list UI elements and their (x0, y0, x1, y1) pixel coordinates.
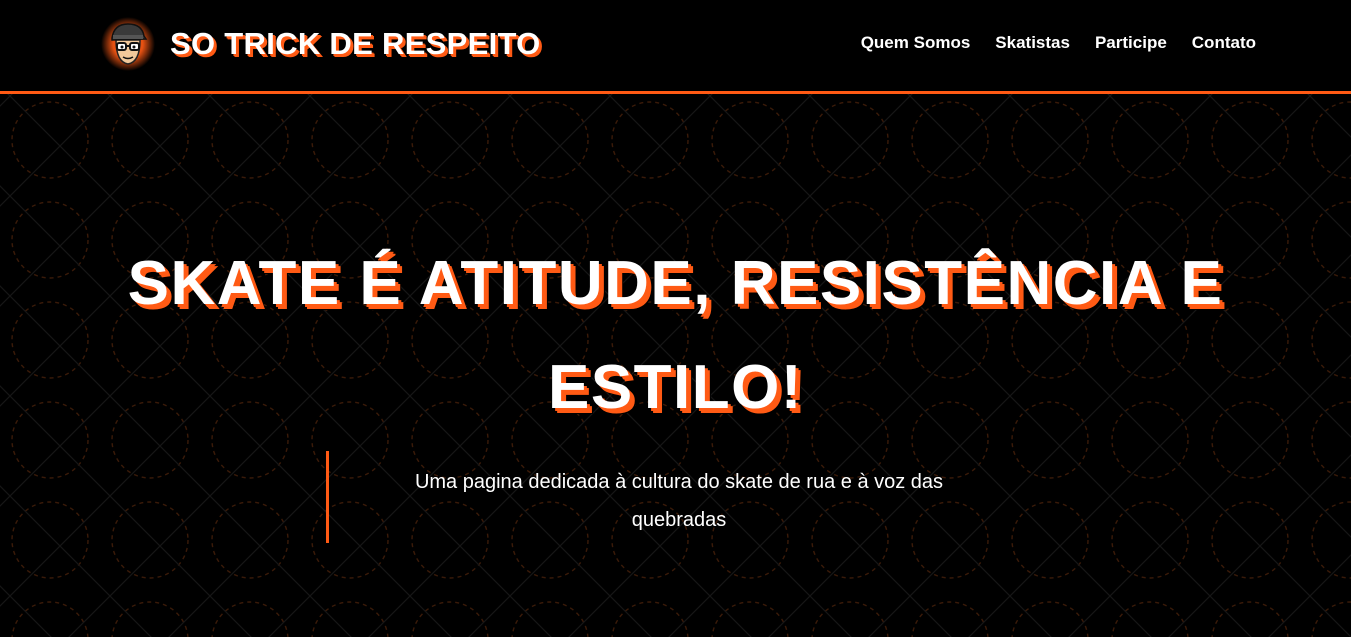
skater-avatar-icon (101, 17, 155, 71)
main-nav: Quem Somos Skatistas Participe Contato (861, 33, 1256, 53)
hero-subtitle: Uma pagina dedicada à cultura do skate d… (414, 471, 944, 531)
site-header: SO TRICK DE RESPEITO Quem Somos Skatista… (0, 0, 1351, 94)
brand[interactable]: SO TRICK DE RESPEITO (100, 16, 541, 72)
hero-title-line-1: SKATE É ATITUDE, RESISTÊNCIA E (127, 249, 1224, 318)
nav-link-skatistas[interactable]: Skatistas (995, 33, 1070, 53)
hero-title-line-2: ESTILO! (547, 353, 804, 422)
page: SO TRICK DE RESPEITO Quem Somos Skatista… (0, 0, 1351, 637)
nav-link-participe[interactable]: Participe (1095, 33, 1167, 53)
hero-subtitle-box: Uma pagina dedicada à cultura do skate d… (326, 451, 1026, 543)
hero-title: SKATE É ATITUDE, RESISTÊNCIA E ESTILO! (0, 232, 1351, 440)
hero-section: SKATE É ATITUDE, RESISTÊNCIA E ESTILO! U… (0, 94, 1351, 637)
brand-title: SO TRICK DE RESPEITO (170, 26, 541, 61)
nav-link-quem-somos[interactable]: Quem Somos (861, 33, 971, 53)
nav-link-contato[interactable]: Contato (1192, 33, 1256, 53)
